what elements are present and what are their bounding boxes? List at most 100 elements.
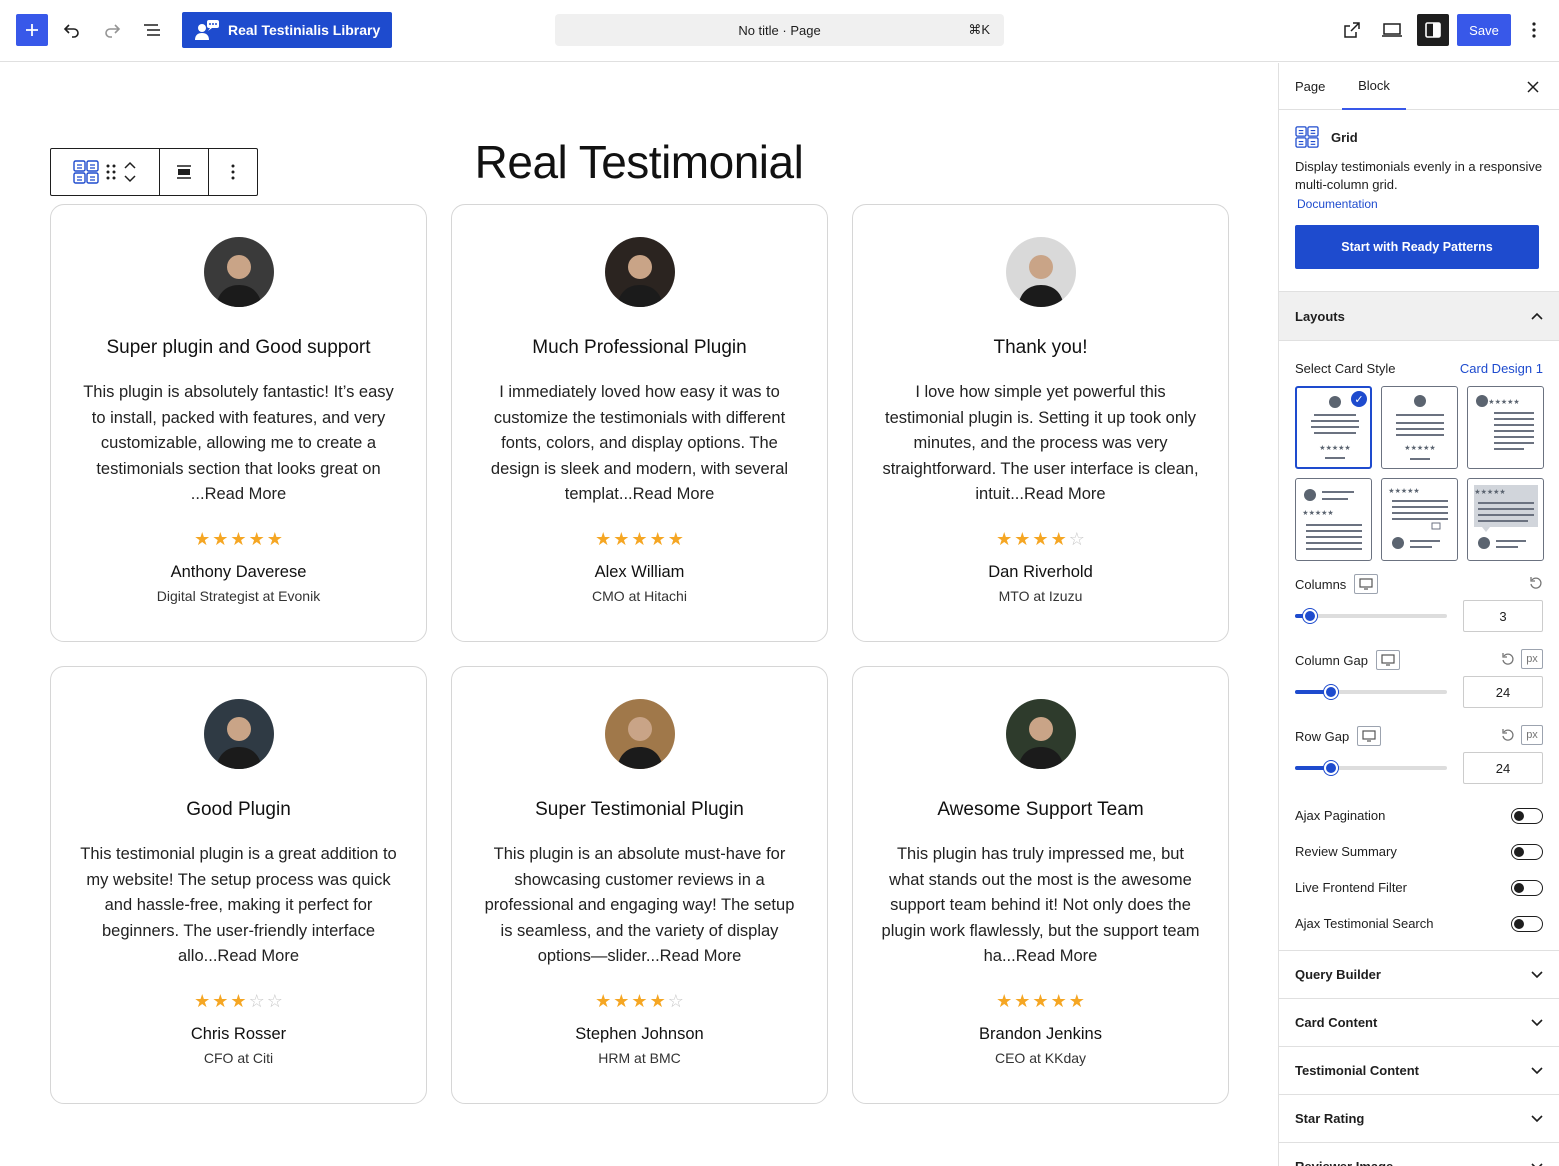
toggle-switch[interactable] xyxy=(1511,916,1543,932)
row-gap-slider[interactable] xyxy=(1295,761,1447,775)
read-more-link[interactable]: Read More xyxy=(1016,947,1098,965)
responsive-device-button[interactable] xyxy=(1354,574,1379,594)
read-more-link[interactable]: Read More xyxy=(633,485,715,503)
testimonial-card[interactable]: Good Plugin This testimonial plugin is a… xyxy=(50,666,427,1104)
view-page-button[interactable] xyxy=(1336,14,1368,46)
testimonial-excerpt: This plugin is an absolute must-have for… xyxy=(484,845,795,965)
align-button[interactable] xyxy=(160,149,209,195)
kebab-menu-icon xyxy=(231,164,235,180)
tab-block[interactable]: Block xyxy=(1342,63,1406,110)
block-description: Display testimonials evenly in a respons… xyxy=(1295,159,1543,192)
card-style-thumbnail: ★★★★★ xyxy=(1474,485,1538,549)
column-gap-input[interactable]: 24 xyxy=(1463,676,1543,708)
card-style-option[interactable]: ★★★★★ ✓ xyxy=(1295,386,1372,469)
columns-row: Columns xyxy=(1295,574,1379,594)
panel-header[interactable]: Query Builder xyxy=(1279,951,1559,999)
avatar-face xyxy=(627,717,652,741)
card-style-value[interactable]: Card Design 1 xyxy=(1460,361,1543,376)
tab-page[interactable]: Page xyxy=(1295,63,1325,110)
avatar-face xyxy=(226,717,251,741)
move-down-icon[interactable] xyxy=(123,175,137,183)
toggle-switch[interactable] xyxy=(1511,844,1543,860)
read-more-link[interactable]: Read More xyxy=(217,947,299,965)
testimonial-card[interactable]: Thank you! I love how simple yet powerfu… xyxy=(852,204,1229,642)
redo-button[interactable] xyxy=(96,14,128,46)
move-up-icon[interactable] xyxy=(123,161,137,169)
toggle-switch[interactable] xyxy=(1511,808,1543,824)
panel-header[interactable]: Reviewer Image xyxy=(1279,1143,1559,1166)
star-filled-icon: ★ xyxy=(1050,529,1067,549)
panel-layouts-body: Select Card Style Card Design 1 ★★★★★ ✓ ★★… xyxy=(1279,341,1559,951)
columns-input[interactable]: 3 xyxy=(1463,600,1543,632)
block-options-button[interactable] xyxy=(209,149,257,195)
documentation-link[interactable]: Documentation xyxy=(1295,197,1543,211)
testimonial-grid: Super plugin and Good support This plugi… xyxy=(50,204,1229,1104)
ready-patterns-button[interactable]: Start with Ready Patterns xyxy=(1295,225,1539,269)
columns-slider[interactable] xyxy=(1295,609,1447,623)
row-gap-slider-thumb[interactable] xyxy=(1324,761,1339,775)
column-gap-unit[interactable]: px xyxy=(1521,649,1543,669)
star-filled-icon: ★ xyxy=(230,529,247,549)
document-title: No title · Page xyxy=(738,22,821,38)
toggle-switch[interactable] xyxy=(1511,880,1543,896)
testimonial-text: This plugin is absolutely fantastic! It’… xyxy=(79,380,399,508)
chevron-up-icon xyxy=(1531,312,1543,320)
row-gap-input[interactable]: 24 xyxy=(1463,752,1543,784)
read-more-link[interactable]: Read More xyxy=(205,485,287,503)
redo-icon xyxy=(105,24,121,38)
read-more-link[interactable]: Read More xyxy=(1024,485,1106,503)
checkmark-icon: ✓ xyxy=(1351,391,1367,407)
drag-handle-icon[interactable] xyxy=(105,163,117,181)
column-gap-slider-thumb[interactable] xyxy=(1324,685,1339,699)
sidebar-icon xyxy=(1425,22,1441,38)
testimonial-title: Thank you! xyxy=(993,337,1088,358)
testimonial-card[interactable]: Much Professional Plugin I immediately l… xyxy=(451,204,828,642)
editor-topbar: Real Testinialis Library No title · Page… xyxy=(0,0,1559,62)
device-preview-button[interactable] xyxy=(1376,14,1408,46)
card-style-option[interactable]: ★★★★★ xyxy=(1295,478,1372,561)
columns-slider-thumb[interactable] xyxy=(1303,609,1318,623)
card-style-option[interactable]: ★★★★★ xyxy=(1467,386,1544,469)
read-more-link[interactable]: Read More xyxy=(660,947,742,965)
reset-icon[interactable] xyxy=(1529,576,1543,590)
star-filled-icon: ★ xyxy=(649,529,666,549)
chevron-down-icon xyxy=(1531,1018,1543,1026)
card-style-option[interactable]: ★★★★★ xyxy=(1467,478,1544,561)
undo-button[interactable] xyxy=(56,14,88,46)
panel-header[interactable]: Card Content xyxy=(1279,999,1559,1047)
reset-icon[interactable] xyxy=(1501,652,1515,666)
grid-block-icon[interactable] xyxy=(73,160,99,184)
panel-header[interactable]: Testimonial Content xyxy=(1279,1047,1559,1095)
panel-title: Query Builder xyxy=(1295,967,1381,982)
reset-icon[interactable] xyxy=(1501,728,1515,742)
close-sidebar-button[interactable] xyxy=(1523,77,1543,97)
card-style-option[interactable]: ★★★★★ xyxy=(1381,386,1458,469)
block-card: Grid Display testimonials evenly in a re… xyxy=(1279,110,1559,292)
column-gap-slider[interactable] xyxy=(1295,685,1447,699)
star-empty-icon: ☆ xyxy=(667,991,684,1011)
settings-toggle-button[interactable] xyxy=(1417,14,1449,46)
testimonial-card[interactable]: Super Testimonial Plugin This plugin is … xyxy=(451,666,828,1104)
card-style-label: Select Card Style xyxy=(1295,361,1396,376)
chevron-down-icon xyxy=(1531,1114,1543,1122)
testimonial-library-button[interactable]: Real Testinialis Library xyxy=(182,12,392,48)
options-button[interactable] xyxy=(1520,14,1548,46)
row-gap-unit[interactable]: px xyxy=(1521,725,1543,745)
testimonial-card[interactable]: Awesome Support Team This plugin has tru… xyxy=(852,666,1229,1104)
reviewer-name: Alex William xyxy=(594,563,685,581)
responsive-device-button[interactable] xyxy=(1357,726,1382,746)
document-overview-button[interactable] xyxy=(136,14,168,46)
panel-title: Card Content xyxy=(1295,1015,1378,1030)
star-empty-icon: ☆ xyxy=(248,991,265,1011)
panel-title: Testimonial Content xyxy=(1295,1063,1419,1078)
panel-header[interactable]: Star Rating xyxy=(1279,1095,1559,1143)
responsive-device-button[interactable] xyxy=(1375,650,1400,670)
undo-icon xyxy=(63,24,79,38)
command-palette-bar[interactable]: No title · Page ⌘K xyxy=(555,14,1004,46)
card-style-option[interactable]: ★★★★★ xyxy=(1381,478,1458,561)
testimonial-card[interactable]: Super plugin and Good support This plugi… xyxy=(50,204,427,642)
panel-layouts-header[interactable]: Layouts xyxy=(1279,292,1559,341)
save-button[interactable]: Save xyxy=(1457,14,1511,46)
star-filled-icon: ★ xyxy=(996,991,1013,1011)
add-block-button[interactable] xyxy=(16,14,48,46)
